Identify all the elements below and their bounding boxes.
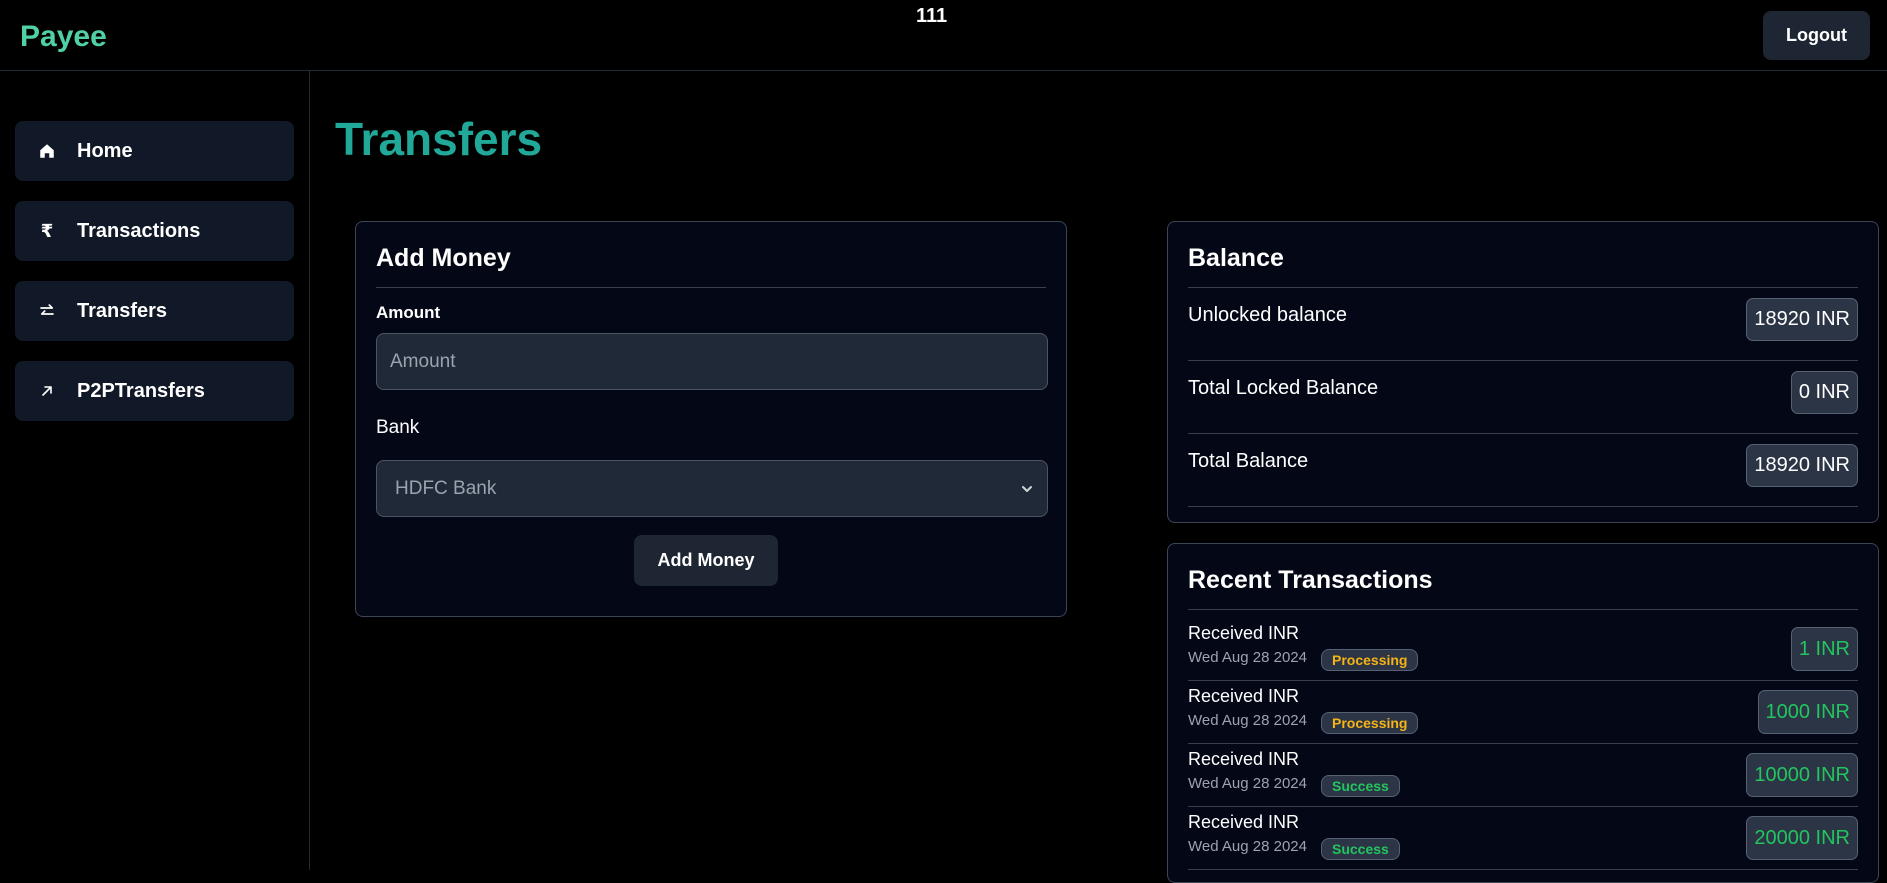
transaction-row: Received INR Wed Aug 28 2024 Success 200…: [1188, 807, 1858, 870]
transaction-row: Received INR Wed Aug 28 2024 Success 100…: [1188, 744, 1858, 807]
transaction-row: Received INR Wed Aug 28 2024 Processing …: [1188, 618, 1858, 681]
status-badge: Success: [1321, 838, 1400, 860]
sidebar-item-label: P2PTransfers: [77, 379, 205, 402]
balance-row-label: Total Locked Balance: [1188, 377, 1379, 399]
transaction-title: Received INR: [1188, 686, 1300, 706]
transaction-amount: 1 INR: [1790, 627, 1858, 671]
sidebar-item-label: Transfers: [77, 299, 168, 322]
transaction-amount: 10000 INR: [1746, 753, 1858, 797]
bank-select[interactable]: HDFC Bank: [376, 460, 1048, 517]
transaction-date: Wed Aug 28 2024: [1188, 775, 1307, 792]
status-badge: Processing: [1321, 649, 1419, 671]
sidebar-item-label: Transactions: [77, 219, 201, 242]
header-center-text: 111: [916, 5, 948, 27]
sidebar-item-label: Home: [77, 139, 133, 162]
sidebar-item-transactions[interactable]: ₹ Transactions: [15, 201, 294, 261]
transaction-date: Wed Aug 28 2024: [1188, 649, 1307, 666]
transaction-date: Wed Aug 28 2024: [1188, 838, 1307, 855]
transaction-amount: 20000 INR: [1746, 816, 1858, 860]
logout-button[interactable]: Logout: [1763, 11, 1870, 60]
balance-card: Balance Unlocked balance 18920 INR Total…: [1167, 221, 1879, 523]
transaction-title: Received INR: [1188, 623, 1300, 643]
chevron-down-icon: [1017, 477, 1037, 501]
transaction-row: Received INR Wed Aug 28 2024 Processing …: [1188, 681, 1858, 744]
balance-row-label: Unlocked balance: [1188, 304, 1347, 326]
arrow-up-right-icon: [37, 381, 57, 401]
add-money-card: Add Money Amount Bank HDFC Bank Add Mone…: [355, 221, 1067, 617]
home-icon: [37, 141, 57, 161]
top-bar: Payee 111 Logout: [0, 0, 1887, 71]
rupee-icon: ₹: [40, 220, 54, 241]
arrows-swap-icon: [37, 301, 57, 321]
balance-row-unlocked: Unlocked balance 18920 INR: [1188, 288, 1858, 361]
transaction-title: Received INR: [1188, 812, 1300, 832]
sidebar-item-home[interactable]: Home: [15, 121, 294, 181]
balance-value: 18920 INR: [1746, 444, 1858, 487]
balance-row-locked: Total Locked Balance 0 INR: [1188, 361, 1858, 434]
bank-label: Bank: [376, 417, 420, 438]
status-badge: Success: [1321, 775, 1400, 797]
transaction-date: Wed Aug 28 2024: [1188, 712, 1307, 729]
amount-input[interactable]: [376, 333, 1048, 390]
status-badge: Processing: [1321, 712, 1419, 734]
bank-select-value: HDFC Bank: [395, 477, 497, 499]
sidebar: Home ₹ Transactions Transfers P2PTransfe…: [0, 71, 310, 870]
transaction-title: Received INR: [1188, 749, 1300, 769]
divider: [376, 287, 1046, 288]
sidebar-item-p2ptransfers[interactable]: P2PTransfers: [15, 361, 294, 421]
divider: [1188, 609, 1858, 610]
recent-transactions-card: Recent Transactions Received INR Wed Aug…: [1167, 543, 1879, 883]
amount-label: Amount: [376, 303, 441, 322]
recent-transactions-title: Recent Transactions: [1188, 566, 1433, 594]
balance-value: 18920 INR: [1746, 298, 1858, 341]
add-money-button[interactable]: Add Money: [634, 535, 778, 586]
balance-value: 0 INR: [1790, 371, 1858, 414]
balance-row-total: Total Balance 18920 INR: [1188, 434, 1858, 507]
brand-logo[interactable]: Payee: [20, 20, 107, 54]
balance-title: Balance: [1188, 244, 1284, 272]
balance-row-label: Total Balance: [1188, 450, 1309, 472]
add-money-title: Add Money: [376, 244, 511, 272]
sidebar-item-transfers[interactable]: Transfers: [15, 281, 294, 341]
page-title: Transfers: [335, 113, 543, 165]
transaction-amount: 1000 INR: [1757, 690, 1858, 734]
